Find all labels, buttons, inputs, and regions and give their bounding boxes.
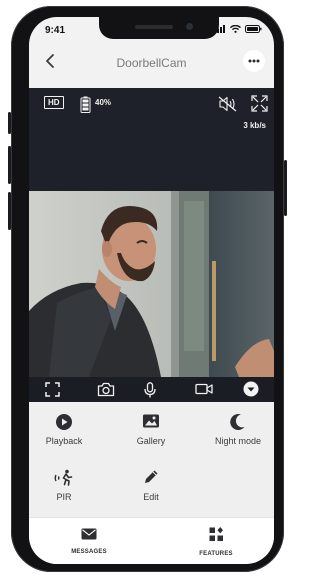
phone-side-button	[284, 160, 287, 216]
more-dots-icon	[248, 59, 260, 63]
tab-features-label: FEATURES	[199, 551, 233, 557]
bitrate-readout: 3 kb/s	[243, 121, 266, 130]
edit-label: Edit	[143, 492, 159, 502]
playback-label: Playback	[45, 436, 83, 446]
image-icon	[143, 414, 159, 428]
pir-label: PIR	[56, 492, 72, 502]
features-grid-icon	[209, 527, 223, 541]
camera-icon[interactable]	[97, 382, 115, 397]
speaker-mute-icon[interactable]	[218, 96, 238, 112]
playback-button[interactable]: Playback	[29, 413, 99, 446]
night-mode-label: Night mode	[214, 436, 262, 446]
gallery-label: Gallery	[136, 436, 166, 446]
phone-side-button	[8, 112, 11, 134]
camera-battery-icon	[80, 96, 91, 113]
wifi-icon	[230, 25, 241, 33]
features-panel: Playback Gallery Night mode PIR Edit	[29, 403, 274, 517]
tab-messages[interactable]: MESSAGES	[49, 527, 129, 555]
more-options-button[interactable]	[243, 50, 265, 72]
status-icons	[214, 25, 262, 33]
phone-side-button	[8, 192, 11, 230]
app-screen: 9:41 DoorbellCam HD 40% 3 kb/s Playback …	[29, 17, 274, 564]
status-bar: 9:41	[29, 17, 274, 41]
video-controls-bar	[29, 377, 274, 402]
bottom-tab-bar: MESSAGES FEATURES	[29, 517, 274, 564]
motion-icon	[54, 469, 73, 486]
play-icon	[56, 414, 72, 430]
battery-percent: 40%	[95, 98, 112, 107]
gallery-button[interactable]: Gallery	[116, 413, 186, 446]
status-time: 9:41	[45, 25, 66, 36]
pir-button[interactable]: PIR	[29, 469, 99, 502]
cellular-signal-icon	[214, 25, 225, 33]
pencil-icon	[145, 470, 158, 483]
microphone-icon[interactable]	[144, 382, 156, 398]
live-video-feed[interactable]	[29, 191, 274, 377]
video-record-icon[interactable]	[195, 382, 213, 396]
envelope-icon	[81, 528, 97, 540]
edit-button[interactable]: Edit	[116, 469, 186, 502]
tab-features[interactable]: FEATURES	[176, 527, 256, 557]
phone-side-button	[8, 146, 11, 184]
moon-icon	[230, 414, 245, 431]
tab-messages-label: MESSAGES	[71, 549, 107, 555]
fullscreen-icon[interactable]	[45, 382, 60, 397]
navigation-bar: DoorbellCam	[29, 45, 274, 79]
hd-quality-badge[interactable]: HD	[44, 96, 64, 109]
night-mode-button[interactable]: Night mode	[203, 413, 273, 446]
page-title: DoorbellCam	[116, 56, 187, 70]
chevron-down-icon[interactable]	[243, 381, 259, 397]
expand-icon[interactable]	[251, 95, 268, 112]
live-info-panel: HD 40% 3 kb/s	[29, 88, 274, 191]
video-frame-image	[29, 191, 274, 377]
battery-status-icon	[245, 25, 262, 33]
